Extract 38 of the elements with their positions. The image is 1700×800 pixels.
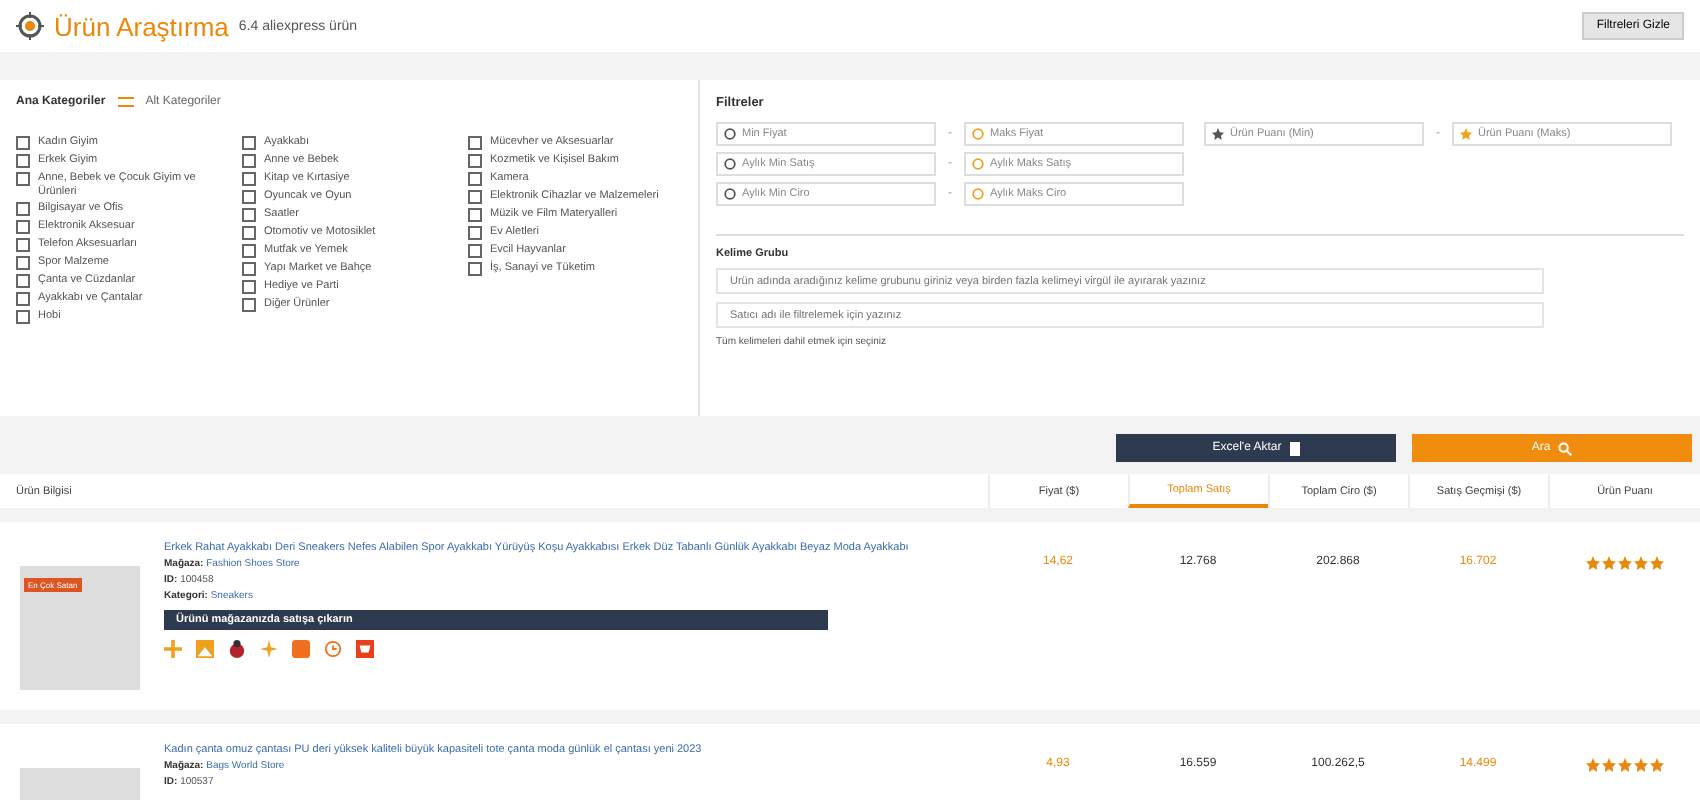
checkbox[interactable] [16,274,30,289]
checkbox[interactable] [468,262,482,276]
checkbox[interactable] [16,256,30,271]
checkbox[interactable] [242,208,256,222]
checkbox[interactable] [16,310,30,325]
checkbox[interactable] [242,172,256,186]
star-icon [1212,128,1224,140]
checkbox[interactable] [468,136,482,150]
checkbox[interactable] [468,226,482,240]
bug-icon[interactable] [228,640,246,658]
checkbox[interactable] [468,244,482,258]
switch-icon[interactable] [117,96,134,108]
checkbox[interactable] [242,226,256,240]
checkbox[interactable] [242,190,256,204]
target-logo-icon [16,12,44,40]
checkbox[interactable] [242,298,256,312]
checkbox[interactable] [16,202,30,217]
star-icon [1460,128,1472,140]
checkbox[interactable] [16,154,30,168]
page-title: Ürün Araştırma [54,11,229,41]
checkbox[interactable] [16,136,30,150]
checkbox[interactable] [242,280,256,294]
clock-icon[interactable] [324,640,342,658]
checkbox[interactable] [468,172,482,186]
checkbox[interactable] [16,238,30,253]
checkbox[interactable] [242,244,256,258]
checkbox[interactable] [16,292,30,307]
checkbox[interactable] [242,136,256,150]
checkbox[interactable] [16,220,30,235]
checkbox[interactable] [468,154,482,168]
checkbox[interactable] [468,208,482,222]
cart-icon[interactable] [356,640,374,658]
checkbox[interactable] [242,154,256,168]
checkbox[interactable] [242,262,256,276]
search-icon [1558,441,1573,455]
checkbox[interactable] [16,172,30,186]
document-icon [1289,441,1300,455]
checkbox[interactable] [468,190,482,204]
